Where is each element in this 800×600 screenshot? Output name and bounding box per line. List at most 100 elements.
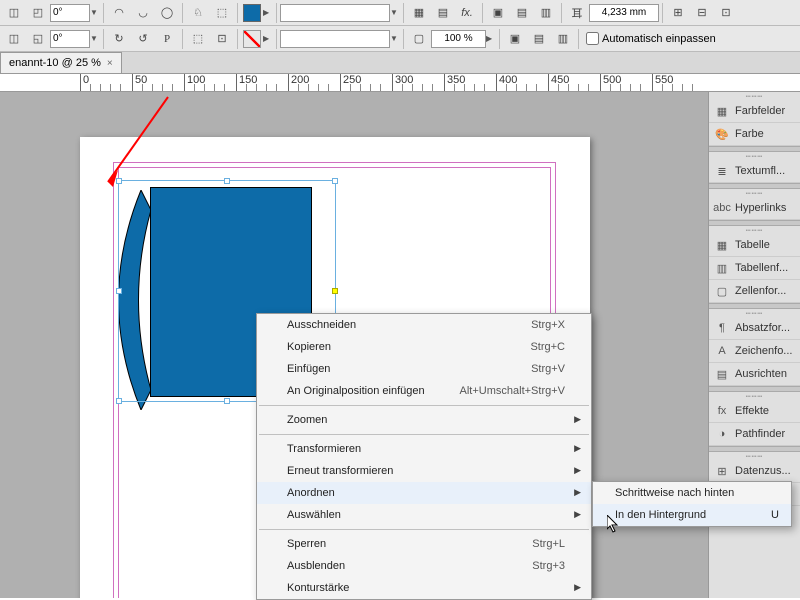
ctx-item[interactable]: AusblendenStrg+3 bbox=[257, 555, 591, 577]
panel-datamerge[interactable]: ⊞Datenzus... bbox=[709, 460, 800, 483]
close-icon[interactable]: × bbox=[107, 58, 113, 69]
ctx-item[interactable]: An Originalposition einfügenAlt+Umschalt… bbox=[257, 380, 591, 402]
panel-hyperlinks[interactable]: abcHyperlinks bbox=[709, 197, 800, 220]
ctx-item[interactable]: AusschneidenStrg+X bbox=[257, 314, 591, 336]
submenu-item[interactable]: In den HintergrundU bbox=[593, 504, 791, 526]
toolbar-button[interactable]: ▢ bbox=[408, 28, 430, 50]
ctx-label: Zoomen bbox=[287, 414, 327, 426]
panel-cellstyle[interactable]: ▢Zellenfor... bbox=[709, 280, 800, 303]
ctx-item[interactable]: Erneut transformieren▶ bbox=[257, 460, 591, 482]
ctx-item[interactable]: Konturstärke▶ bbox=[257, 577, 591, 599]
toolbar-button[interactable]: ▣ bbox=[504, 28, 526, 50]
ctx-item[interactable]: Auswählen▶ bbox=[257, 504, 591, 526]
auto-fit-input[interactable] bbox=[586, 32, 599, 45]
toolbar-button[interactable]: ⬚ bbox=[211, 2, 233, 24]
toolbar-button[interactable]: ↻ bbox=[108, 28, 130, 50]
panel-label: Effekte bbox=[735, 405, 769, 417]
submenu-item[interactable]: Schrittweise nach hinten bbox=[593, 482, 791, 504]
panel-tablestyle[interactable]: ▥Tabellenf... bbox=[709, 257, 800, 280]
dropdown-icon[interactable]: ▼ bbox=[90, 34, 100, 43]
document-tab[interactable]: enannt-10 @ 25 % × bbox=[0, 52, 122, 73]
dropdown-icon[interactable]: ▶ bbox=[263, 8, 273, 17]
panel-pathfinder[interactable]: ◑Pathfinder bbox=[709, 423, 800, 446]
color-icon: 🎨 bbox=[714, 127, 730, 141]
panel-label: Hyperlinks bbox=[735, 202, 786, 214]
submenu-arrow-icon: ▶ bbox=[574, 414, 581, 425]
auto-fit-checkbox[interactable]: Automatisch einpassen bbox=[586, 32, 716, 45]
separator bbox=[482, 3, 483, 23]
angle-input-1[interactable] bbox=[50, 4, 90, 22]
ctx-item[interactable]: Anordnen▶ bbox=[257, 482, 591, 504]
panel-textwrap[interactable]: ≣Textumfl... bbox=[709, 160, 800, 183]
toolbar-button[interactable]: ♘ bbox=[187, 2, 209, 24]
selection-handle[interactable] bbox=[332, 288, 338, 294]
toolbar-button[interactable]: ⊡ bbox=[211, 28, 233, 50]
ctx-item[interactable]: Kopieren Strg+C bbox=[257, 336, 591, 358]
toolbar-button[interactable]: ▦ bbox=[408, 2, 430, 24]
angle-input-2[interactable] bbox=[50, 30, 90, 48]
toolbar-button[interactable]: ↺ bbox=[132, 28, 154, 50]
selection-handle[interactable] bbox=[224, 178, 230, 184]
toolbar-button[interactable]: ◠ bbox=[108, 2, 130, 24]
ctx-label: An Originalposition einfügen bbox=[287, 385, 425, 397]
panel-swatches[interactable]: ▦Farbfelder bbox=[709, 100, 800, 123]
ctx-item[interactable]: Transformieren▶ bbox=[257, 438, 591, 460]
arrange-submenu: Schrittweise nach hintenIn den Hintergru… bbox=[592, 481, 792, 527]
toolbar-button[interactable]: ▤ bbox=[432, 2, 454, 24]
style-dropdown[interactable] bbox=[280, 4, 390, 22]
toolbar-button[interactable]: ▥ bbox=[535, 2, 557, 24]
horizontal-ruler: 050100150200250300350400450500550 bbox=[0, 74, 800, 92]
panel-label: Farbe bbox=[735, 128, 764, 140]
toolbar-button[interactable]: ◰ bbox=[27, 2, 49, 24]
toolbar-button[interactable]: ⊞ bbox=[667, 2, 689, 24]
dropdown-icon[interactable]: ▼ bbox=[90, 8, 100, 17]
ctx-item[interactable]: EinfügenStrg+V bbox=[257, 358, 591, 380]
ctx-item[interactable]: Zoomen ▶ bbox=[257, 409, 591, 431]
dropdown-icon[interactable]: ▶ bbox=[486, 34, 496, 43]
type-on-path-icon[interactable]: P bbox=[156, 28, 178, 50]
table-icon: ▦ bbox=[714, 238, 730, 252]
toolbar-button[interactable]: ⬚ bbox=[187, 28, 209, 50]
panel-effects[interactable]: fxEffekte bbox=[709, 400, 800, 423]
panel-color[interactable]: 🎨 Farbe bbox=[709, 123, 800, 146]
toolbar-button[interactable]: ◯ bbox=[156, 2, 178, 24]
frame-size-input[interactable] bbox=[589, 4, 659, 22]
panel-grip[interactable]: ┅┅┅ bbox=[709, 92, 800, 100]
opacity-input[interactable] bbox=[431, 30, 486, 48]
toolbar-button[interactable]: 耳 bbox=[566, 2, 588, 24]
panel-align[interactable]: ▤Ausrichten bbox=[709, 363, 800, 386]
ctx-shortcut: Strg+C bbox=[530, 341, 565, 353]
ctx-item[interactable]: SperrenStrg+L bbox=[257, 533, 591, 555]
toolbar-button[interactable]: ◫ bbox=[3, 28, 25, 50]
toolbar-button[interactable]: ◱ bbox=[27, 28, 49, 50]
selection-handle[interactable] bbox=[224, 398, 230, 404]
ruler-tick: 50 bbox=[132, 74, 147, 92]
toolbar-button[interactable]: ⊟ bbox=[691, 2, 713, 24]
ctx-label: Konturstärke bbox=[287, 582, 349, 594]
fill-color-swatch[interactable] bbox=[243, 4, 261, 22]
dropdown-icon[interactable]: ▶ bbox=[263, 34, 273, 43]
style-dropdown[interactable] bbox=[280, 30, 390, 48]
dropdown-icon[interactable]: ▼ bbox=[390, 8, 400, 17]
toolbar-button[interactable]: ▤ bbox=[511, 2, 533, 24]
panel-table[interactable]: ▦Tabelle bbox=[709, 234, 800, 257]
selection-handle[interactable] bbox=[332, 178, 338, 184]
panel-charstyle[interactable]: AZeichenfo... bbox=[709, 340, 800, 363]
toolbar-button[interactable]: ▥ bbox=[552, 28, 574, 50]
selection-handle[interactable] bbox=[116, 398, 122, 404]
fx-button[interactable]: fx. bbox=[456, 2, 478, 24]
no-stroke-icon[interactable] bbox=[243, 30, 261, 48]
separator bbox=[103, 3, 104, 23]
textwrap-icon: ≣ bbox=[714, 164, 730, 178]
submenu-arrow-icon: ▶ bbox=[574, 487, 581, 498]
toolbar-button[interactable]: ▣ bbox=[487, 2, 509, 24]
toolbar-button[interactable]: ◫ bbox=[3, 2, 25, 24]
dropdown-icon[interactable]: ▼ bbox=[390, 34, 400, 43]
panel-parastyle[interactable]: ¶Absatzfor... bbox=[709, 317, 800, 340]
ctx-label: Kopieren bbox=[287, 341, 331, 353]
selection-handle[interactable] bbox=[116, 288, 122, 294]
toolbar-button[interactable]: ⊡ bbox=[715, 2, 737, 24]
toolbar-button[interactable]: ▤ bbox=[528, 28, 550, 50]
toolbar-button[interactable]: ◡ bbox=[132, 2, 154, 24]
ctx-shortcut: Strg+V bbox=[531, 363, 565, 375]
